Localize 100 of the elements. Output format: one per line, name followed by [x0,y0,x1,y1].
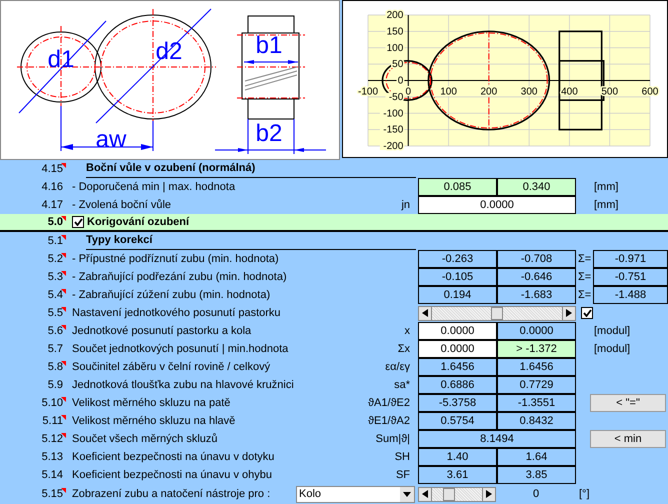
parameter-label: Velikost měrného skluzu na hlavě [72,414,236,428]
x-tick-label: -100 [358,86,378,98]
y-tick-label: -150 [383,124,404,136]
y-tick-label: -50 [388,92,404,103]
row-number: 5.15 [42,488,63,500]
value-cell: -0.263 [418,250,497,268]
parameter-label: Koeficient bezpečnosti na únavu v ohybu [72,468,272,482]
value-cell: 0.0000 [497,322,576,340]
action-button[interactable]: < min [590,430,666,448]
parameter-label: Nastavení jednotkového posunutí pastorku [72,306,281,320]
symbol-label: SH [394,450,410,464]
dimension-label: aw [96,126,126,153]
value-cell[interactable]: 0.0000 [418,340,497,358]
value-cell[interactable]: 0.0000 [418,196,576,214]
sum-label: Σ= [578,270,592,284]
dropdown-caret-icon[interactable] [400,486,414,502]
row-number: 5.2 [48,252,63,266]
sum-cell: -0.751 [593,268,668,286]
y-tick-label: -200 [383,141,404,152]
y-tick-label: 0 [398,76,404,86]
value-cell: 0.194 [418,286,497,304]
y-tick-label: 50 [392,59,404,70]
value-cell: 0.340 [497,178,576,196]
unit-label: [mm] [594,198,618,212]
symbol-label: x [404,324,410,338]
parameter-label: Součet všech měrných skluzů [72,432,218,446]
parameter-label: - Zabraňující zúžení zubu (min. hodnota) [72,288,270,302]
row-number: 5.3 [48,270,63,284]
sum-cell: -1.488 [593,286,668,304]
symbol-label: SF [396,468,410,482]
y-tick-label: 200 [386,10,404,21]
dropdown[interactable]: Kolo [296,486,415,502]
group-heading: Boční vůle v ozubení (normálná) [86,162,256,175]
value-cell: -1.683 [497,286,576,304]
parameter-label: Součinitel záběru v čelní rovině / celkový [72,360,270,374]
value-cell: -1.3551 [497,394,576,412]
row-number: 4.17 [42,198,63,212]
parameter-label: Jednotková tloušťka zubu na hlavové kružnici [72,378,294,392]
symbol-label: sa* [394,378,410,392]
symbol-label: Σx [398,342,410,356]
value-cell: 1.40 [418,448,497,466]
parameter-label: Součet jednotkových posunutí | min.hodnota [72,342,288,356]
unit-label: [modul] [594,342,630,356]
value-cell: > -1.372 [497,340,576,358]
parameter-label: - Přípustné podříznutí zubu (min. hodnota) [72,252,279,266]
sum-cell: -0.971 [593,250,668,268]
sum-label: Σ= [578,252,592,266]
row-number: 5.10 [42,396,63,410]
unit-label: [mm] [594,180,618,194]
parameter-label: Velikost měrného skluzu na patě [72,396,230,410]
row-number: 5.13 [42,450,63,464]
value-cell-text: 0 [532,488,540,500]
value-cell: 0.085 [418,178,497,196]
row-number: 5.7 [48,342,63,356]
value-cell: 0.7729 [497,376,576,394]
scrollbar-thumb[interactable] [443,488,456,500]
y-tick-label: -100 [383,108,404,120]
sum-label: Σ= [578,288,592,302]
value-cell: 1.6456 [497,358,576,376]
row-number: 5.9 [48,378,63,392]
parameter-label: Koeficient bezpečnosti na únavu v dotyku [72,450,274,464]
row-number: 4.15 [42,162,63,176]
value-cell[interactable]: 0.0000 [418,322,497,340]
action-button[interactable]: < "=" [590,394,666,412]
row-number: 5.8 [48,360,63,374]
symbol-label: εα/εγ [385,360,410,374]
y-tick-label: 100 [386,42,404,54]
value-cell: 0.8432 [497,412,576,430]
symbol-label: Sum|ϑ| [376,432,410,446]
dimension-label: b2 [256,120,282,147]
symbol-label: ϑE1/ϑA2 [368,414,410,428]
section-title: Korigování ozubení [87,216,190,228]
x-tick-label: 200 [480,86,498,98]
value-cell: 3.85 [497,466,576,484]
symbol-label: ϑA1/ϑE2 [368,396,410,410]
x-tick-label: 300 [520,86,538,98]
parameter-label: - Zabraňující podřezání zubu (min. hodnota) [72,270,287,284]
value-cell: -0.708 [497,250,576,268]
row-number: 5.0 [48,216,63,228]
value-cell: 0.6886 [418,376,497,394]
x-tick-label: 400 [561,86,578,98]
value-cell: -5.3758 [418,394,497,412]
symbol-label: jn [401,198,410,212]
value-cell: -0.105 [418,268,497,286]
unit-label: [modul] [594,324,630,338]
y-tick-label: 150 [386,26,404,38]
row-number: 5.5 [48,306,63,320]
parameter-label: - Zvolená boční vůle [72,198,172,212]
parameter-label: Zobrazení zubu a natočení nástroje pro : [72,488,270,500]
row-number: 5.14 [42,468,63,482]
row-number: 5.6 [48,324,63,338]
checkbox[interactable] [581,307,593,319]
row-number: 5.11 [42,414,63,428]
value-cell: 8.1494 [418,430,576,448]
parameter-label: - Doporučená min | max. hodnota [72,180,236,194]
unit-label: [°] [579,488,590,500]
scrollbar-thumb[interactable] [491,306,503,320]
value-cell: 0.5754 [418,412,497,430]
checkbox[interactable] [72,216,84,228]
value-cell: -0.646 [497,268,576,286]
